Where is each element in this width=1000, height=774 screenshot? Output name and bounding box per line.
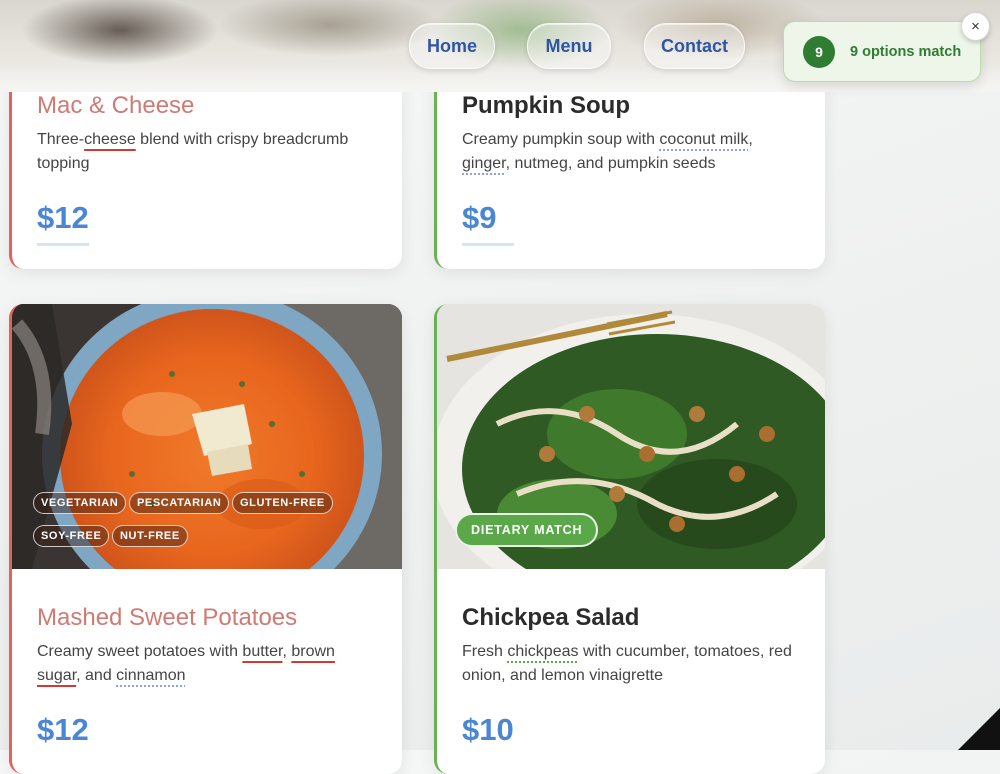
match-count-badge: 9 [803,35,835,68]
diet-tag: VEGETARIAN [33,492,127,514]
menu-card-chickpea-salad[interactable]: DIETARY MATCH Chickpea Salad Fresh chick… [434,304,825,774]
card-title: Chickpea Salad [462,604,640,631]
card-description: Fresh chickpeas with cucumber, tomatoes,… [462,643,792,684]
menu-card-mashed-sweet-potatoes[interactable]: VEGETARIAN PESCATARIAN GLUTEN-FREE SOY-F… [9,304,402,774]
nav-home-button[interactable]: Home [409,23,495,69]
card-title: Mashed Sweet Potatoes [37,604,298,631]
diet-tag: GLUTEN-FREE [232,492,333,514]
card-price: $10 [462,712,514,747]
price-underline [462,243,514,246]
ingredient-highlight: coconut milk [659,131,749,148]
allergen-highlight: butter [242,643,283,660]
diet-tag: NUT-FREE [112,525,188,547]
ingredient-highlight: chickpeas [507,643,579,660]
close-icon[interactable]: × [961,12,990,41]
match-toast: 9 9 options match [783,21,981,82]
card-description: Creamy pumpkin soup with coconut milk, g… [462,131,753,172]
price-underline [37,243,89,246]
card-title: Mac & Cheese [37,92,195,119]
corner-decoration [958,708,1000,750]
diet-tag: PESCATARIAN [129,492,230,514]
card-price: $9 [462,200,497,235]
nav-contact-button[interactable]: Contact [644,23,745,69]
card-description: Three-cheese blend with crispy breadcrum… [37,131,349,172]
dietary-match-badge: DIETARY MATCH [455,513,599,547]
card-price: $12 [37,200,89,235]
ingredient-highlight: cinnamon [116,667,186,684]
ingredient-highlight: ginger [462,155,506,172]
card-price: $12 [37,712,89,747]
nav-menu-button[interactable]: Menu [527,23,611,69]
card-title: Pumpkin Soup [462,92,630,119]
diet-tag: SOY-FREE [33,525,110,547]
match-toast-text: 9 options match [850,43,962,60]
card-description: Creamy sweet potatoes with butter, brown… [37,643,335,684]
allergen-highlight: cheese [84,131,136,148]
